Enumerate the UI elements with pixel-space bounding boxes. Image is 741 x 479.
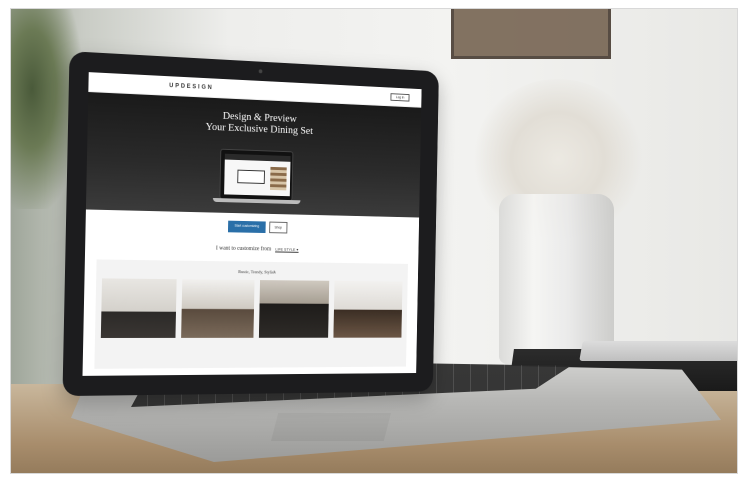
laptop-lid: UPDESIGN Log In Design & Preview Your Ex… — [62, 51, 439, 397]
laptop-trackpad — [271, 413, 391, 441]
gallery-title: Rustic, Trendy, Stylish — [238, 269, 276, 275]
gallery-tile[interactable] — [333, 280, 403, 341]
hero-laptop-toolbar — [224, 153, 291, 162]
gallery-panel: Rustic, Trendy, Stylish — [94, 259, 408, 369]
hero-banner: Design & Preview Your Exclusive Dining S… — [85, 92, 422, 218]
hero-title-line-2: Your Exclusive Dining Set — [205, 120, 314, 137]
gallery-grid — [100, 278, 403, 341]
gallery-tile[interactable] — [258, 280, 330, 341]
gallery-tile[interactable] — [180, 279, 255, 341]
laptop-screen: UPDESIGN Log In Design & Preview Your Ex… — [82, 72, 422, 376]
photo-frame: UPDESIGN Log In Design & Preview Your Ex… — [10, 8, 738, 474]
lifestyle-dropdown[interactable]: LIFE STYLE ▾ — [275, 246, 299, 253]
hero-laptop-image — [212, 148, 301, 205]
webcam — [258, 69, 263, 74]
hero-laptop-screen — [224, 153, 291, 197]
glass-vase — [499, 194, 614, 364]
start-customizing-button[interactable]: Start customizing — [227, 220, 266, 234]
shop-button[interactable]: Shop — [268, 221, 288, 234]
tablet-device — [579, 341, 737, 361]
dining-room-photo[interactable] — [180, 279, 255, 338]
customize-prompt: I want to customize from LIFE STYLE ▾ — [85, 243, 418, 254]
hero-laptop-base — [212, 197, 301, 205]
dining-room-photo[interactable] — [258, 280, 330, 338]
brand-logo[interactable]: UPDESIGN — [169, 83, 213, 91]
dining-room-photo[interactable] — [333, 280, 403, 338]
gallery-tile[interactable] — [100, 278, 177, 341]
hero-material-swatches — [270, 166, 287, 191]
cta-row: Start customizing Shop — [86, 217, 419, 236]
customize-prompt-text: I want to customize from — [215, 245, 272, 253]
hero-table-preview — [237, 169, 265, 184]
wall-picture-frame — [451, 9, 611, 59]
dining-room-photo[interactable] — [100, 278, 177, 338]
header-login-button[interactable]: Log In — [390, 92, 410, 102]
